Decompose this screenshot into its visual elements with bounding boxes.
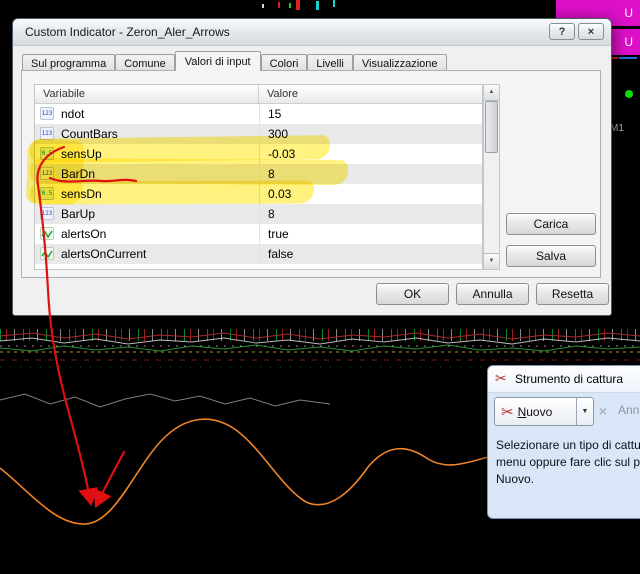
ok-button[interactable]: OK (376, 283, 449, 305)
scroll-down-button[interactable]: ▼ (484, 253, 499, 269)
integer-icon: 123 (40, 107, 54, 120)
status-dot (625, 90, 633, 98)
new-snip-label: Nuovo (517, 404, 553, 419)
integer-icon: 123 (40, 127, 54, 140)
column-header-value[interactable]: Valore (259, 85, 298, 103)
variable-value[interactable]: -0.03 (259, 144, 482, 164)
chart-tick (296, 0, 300, 10)
load-button[interactable]: Carica (506, 213, 596, 235)
chart-tick (289, 3, 291, 8)
close-button[interactable]: × (578, 23, 604, 40)
integer-icon: 123 (40, 167, 54, 180)
bool-wave-icon (40, 247, 54, 260)
inputs-table: Variabile Valore 123 ndot 15 123 CountBars… (34, 84, 483, 270)
variable-name: BarDn (61, 167, 96, 181)
table-row[interactable]: 0.5 sensDn 0.03 (35, 184, 482, 204)
new-snip-button[interactable]: ✂ Nuovo ▼ (494, 397, 594, 426)
variable-name: alertsOnCurrent (61, 247, 147, 261)
variable-value[interactable]: 15 (259, 104, 482, 124)
table-row[interactable]: alertsOnCurrent false (35, 244, 482, 264)
scroll-up-button[interactable]: ▲ (484, 85, 499, 101)
table-row[interactable]: 123 CountBars 300 (35, 124, 482, 144)
tab-panel: Variabile Valore 123 ndot 15 123 CountBars… (21, 70, 601, 278)
variable-name: sensDn (61, 187, 102, 201)
variable-name: CountBars (61, 127, 118, 141)
snipping-tool-titlebar[interactable]: ✂ Strumento di cattura (488, 366, 640, 393)
scrollbar-thumb[interactable] (485, 101, 498, 153)
scissors-icon: ✂ (495, 370, 507, 386)
variable-value[interactable]: 0.03 (259, 184, 482, 204)
help-button[interactable]: ? (549, 23, 575, 40)
chart-tick (619, 57, 637, 59)
variable-name: BarUp (61, 207, 96, 221)
cancel-snip-button[interactable]: × (592, 401, 614, 423)
dialog-titlebar[interactable]: Custom Indicator - Zeron_Aler_Arrows ? × (13, 19, 611, 46)
table-row[interactable]: 123 ndot 15 (35, 104, 482, 124)
column-header-variable[interactable]: Variabile (35, 85, 259, 103)
save-button[interactable]: Salva (506, 245, 596, 267)
cancel-snip-label: Annulla (618, 403, 640, 417)
custom-indicator-dialog: Custom Indicator - Zeron_Aler_Arrows ? ×… (12, 18, 612, 316)
side-panel-label: U (624, 6, 633, 20)
table-row[interactable]: 123 BarUp 8 (35, 204, 482, 224)
variable-value[interactable]: false (259, 244, 482, 264)
snipping-toolbar: ✂ Nuovo ▼ × Annulla (488, 393, 640, 431)
double-icon: 0.5 (40, 187, 54, 200)
tab-bar: Sul programma Comune Valori di input Colori… (22, 51, 447, 72)
chart-tick (316, 1, 319, 10)
description-line: Nuovo. (496, 472, 535, 486)
chart-tick (333, 0, 335, 7)
variable-value[interactable]: 8 (259, 204, 482, 224)
snipping-tool-window: ✂ Strumento di cattura ✂ Nuovo ▼ × Annul… (487, 365, 640, 519)
desktop: U U M1 ✂ Strumento di cattura ✂ Nuovo ▼ … (0, 0, 640, 574)
table-row[interactable]: 123 BarDn 8 (35, 164, 482, 184)
variable-value[interactable]: 300 (259, 124, 482, 144)
bool-wave-icon (40, 227, 54, 240)
snipping-description: Selezionare un tipo di cattura dal menu … (488, 431, 640, 518)
table-row[interactable]: 0.5 sensUp -0.03 (35, 144, 482, 164)
integer-icon: 123 (40, 207, 54, 220)
chart-tick (278, 2, 280, 8)
scissors-icon: ✂ (501, 403, 514, 421)
dropdown-arrow-icon[interactable]: ▼ (576, 398, 593, 425)
description-line: menu oppure fare clic sul pulsante (496, 455, 640, 469)
side-panel-label: U (624, 35, 633, 49)
variable-name: alertsOn (61, 227, 107, 241)
dialog-title: Custom Indicator - Zeron_Aler_Arrows (25, 25, 230, 39)
snipping-tool-title: Strumento di cattura (515, 372, 624, 386)
chart-tick (262, 4, 264, 8)
variable-value[interactable]: true (259, 224, 482, 244)
table-scrollbar[interactable]: ▲ ▼ (483, 84, 500, 270)
table-row[interactable]: alertsOn true (35, 224, 482, 244)
variable-name: ndot (61, 107, 85, 121)
double-icon: 0.5 (40, 147, 54, 160)
variable-value[interactable]: 8 (259, 164, 482, 184)
cancel-button[interactable]: Annulla (456, 283, 529, 305)
timeframe-label: M1 (610, 123, 624, 134)
description-line: Selezionare un tipo di cattura dal (496, 438, 640, 452)
reset-button[interactable]: Resetta (536, 283, 609, 305)
variable-name: sensUp (61, 147, 102, 161)
tab-valori-di-input[interactable]: Valori di input (174, 51, 261, 71)
table-header: Variabile Valore (35, 85, 482, 104)
